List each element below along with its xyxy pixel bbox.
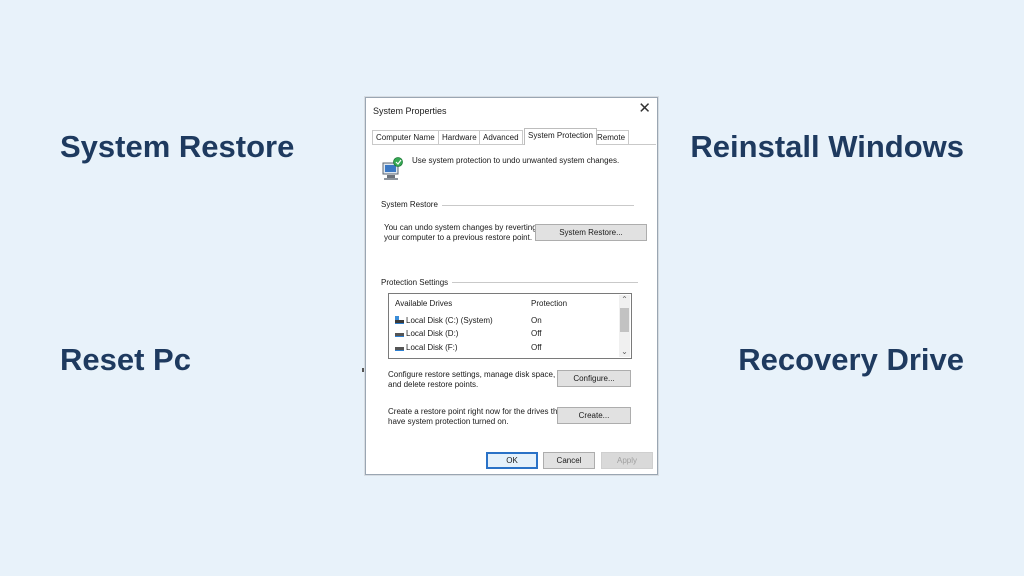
system-protection-icon	[382, 157, 403, 180]
scroll-thumb[interactable]	[620, 308, 629, 332]
col-available-drives: Available Drives	[395, 299, 453, 308]
tab-system-protection[interactable]: System Protection	[524, 128, 597, 145]
drive-name: Local Disk (C:) (System)	[406, 316, 493, 325]
drive-name: Local Disk (F:)	[406, 343, 458, 352]
drives-list[interactable]: Available Drives Protection Local Disk (…	[388, 293, 632, 359]
tab-remote[interactable]: Remote	[593, 130, 630, 144]
ok-button[interactable]: OK	[486, 452, 538, 469]
drives-scrollbar[interactable]: ⌃ ⌄	[619, 295, 630, 357]
list-item[interactable]: Local Disk (F:) Off	[389, 342, 617, 355]
apply-button[interactable]: Apply	[601, 452, 653, 469]
list-item[interactable]: Local Disk (C:) (System) On	[389, 315, 617, 328]
close-icon[interactable]: ✕	[638, 101, 651, 117]
tab-computer-name[interactable]: Computer Name	[372, 130, 439, 144]
label-reinstall-windows: Reinstall Windows	[690, 129, 964, 164]
create-desc-line2: have system protection turned on.	[388, 417, 509, 426]
create-description: Create a restore point right now for the…	[388, 407, 564, 427]
system-restore-desc-line2: your computer to a previous restore poin…	[384, 233, 533, 242]
configure-desc-line1: Configure restore settings, manage disk …	[388, 370, 556, 379]
title-bar: System Properties ✕	[366, 98, 657, 124]
tab-hardware[interactable]: Hardware	[438, 130, 481, 144]
cancel-button[interactable]: Cancel	[543, 452, 595, 469]
system-restore-group-title: System Restore	[381, 200, 442, 209]
drive-icon	[395, 333, 404, 337]
label-reset-pc: Reset Pc	[60, 342, 191, 377]
protection-group-title: Protection Settings	[381, 278, 453, 287]
dialog-title: System Properties	[373, 106, 447, 116]
edge-mark	[362, 368, 364, 372]
col-protection: Protection	[531, 299, 568, 308]
system-drive-icon	[395, 316, 404, 324]
label-recovery-drive: Recovery Drive	[738, 342, 964, 377]
drive-name: Local Disk (D:)	[406, 329, 459, 338]
tab-strip: Computer Name Hardware Advanced System P…	[372, 128, 653, 145]
system-restore-desc-line1: You can undo system changes by reverting	[384, 223, 537, 232]
scroll-up-icon[interactable]: ⌃	[619, 295, 630, 305]
scroll-down-icon[interactable]: ⌄	[619, 347, 630, 357]
system-restore-button[interactable]: System Restore...	[535, 224, 647, 241]
tab-advanced[interactable]: Advanced	[479, 130, 523, 144]
system-restore-description: You can undo system changes by reverting…	[384, 223, 537, 243]
system-properties-dialog: System Properties ✕ Computer Name Hardwa…	[365, 97, 658, 475]
intro-text: Use system protection to undo unwanted s…	[412, 156, 620, 165]
drive-icon	[395, 347, 404, 351]
drive-protection: On	[531, 316, 542, 325]
drive-protection: Off	[531, 343, 542, 352]
drive-protection: Off	[531, 329, 542, 338]
configure-description: Configure restore settings, manage disk …	[388, 370, 555, 390]
create-button[interactable]: Create...	[557, 407, 631, 424]
configure-button[interactable]: Configure...	[557, 370, 631, 387]
label-system-restore: System Restore	[60, 129, 295, 164]
list-item[interactable]: Local Disk (D:) Off	[389, 328, 617, 341]
create-desc-line1: Create a restore point right now for the…	[388, 407, 565, 416]
configure-desc-line2: and delete restore points.	[388, 380, 479, 389]
